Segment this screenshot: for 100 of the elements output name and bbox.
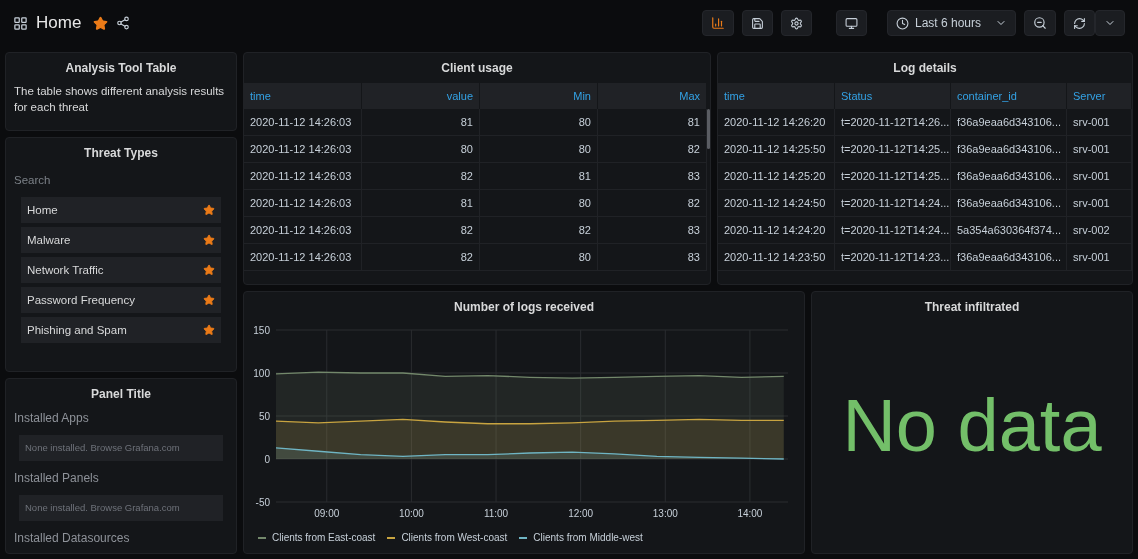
column-header[interactable]: Min: [480, 83, 598, 109]
table-cell: 83: [598, 244, 707, 270]
y-tick-label: 100: [253, 368, 270, 379]
table-cell: 2020-11-12 14:26:03: [244, 244, 362, 270]
star-icon[interactable]: [203, 234, 215, 247]
save-button[interactable]: [741, 10, 773, 36]
table-cell: 81: [362, 109, 480, 135]
table-cell: 82: [362, 217, 480, 243]
table-cell: t=2020-11-12T14:25...: [835, 136, 951, 162]
table-cell: srv-001: [1067, 163, 1132, 189]
legend-label[interactable]: Clients from West-coast: [401, 530, 508, 545]
monitor-button[interactable]: [835, 10, 867, 36]
dashboard-list-item[interactable]: Phishing and Spam: [21, 317, 221, 344]
table-cell: f36a9eaa6d343106...: [951, 163, 1067, 189]
section-heading: Installed Apps: [14, 410, 90, 427]
x-tick-label: 10:00: [398, 508, 424, 519]
table-cell: 2020-11-12 14:23:50: [718, 244, 835, 270]
table-cell: 81: [480, 163, 598, 189]
table-cell: f36a9eaa6d343106...: [951, 244, 1067, 270]
star-icon[interactable]: [203, 324, 215, 337]
dashboard-list-item[interactable]: Password Frequency: [21, 287, 221, 314]
panel-description: The table shows different analysis results for each threat: [13, 84, 226, 115]
star-icon[interactable]: [203, 294, 215, 307]
table-cell: 5a354a630364f374...: [951, 217, 1067, 243]
table-cell: t=2020-11-12T14:25...: [835, 163, 951, 189]
table-cell: 2020-11-12 14:24:50: [718, 190, 835, 216]
table-cell: 2020-11-12 14:26:03: [244, 217, 362, 243]
table-cell: 82: [362, 163, 480, 189]
table-cell: srv-001: [1067, 244, 1132, 270]
table-cell: t=2020-11-12T14:24...: [835, 190, 951, 216]
settings-button[interactable]: [780, 10, 812, 36]
table-cell: 80: [480, 109, 598, 135]
star-icon[interactable]: [203, 204, 215, 217]
star-icon[interactable]: [93, 15, 109, 31]
dashboard-title[interactable]: Home: [36, 10, 82, 36]
column-header[interactable]: time: [718, 83, 835, 109]
y-tick-label: 0: [264, 454, 270, 465]
zoom-out-icon: [1033, 16, 1047, 30]
table-cell: 2020-11-12 14:25:50: [718, 136, 835, 162]
table-cell: t=2020-11-12T14:23...: [835, 244, 951, 270]
legend-label[interactable]: Clients from Middle-west: [533, 530, 643, 545]
dashboard-list-item[interactable]: Network Traffic: [21, 257, 221, 284]
panel-title: Panel Title: [90, 386, 152, 403]
time-range-picker[interactable]: Last 6 hours: [886, 10, 1016, 36]
x-tick-label: 14:00: [737, 508, 763, 519]
table-cell: 2020-11-12 14:26:03: [244, 109, 362, 135]
y-tick-label: 150: [253, 325, 270, 336]
dashboard-list-item[interactable]: Home: [21, 197, 221, 224]
table-cell: srv-001: [1067, 136, 1132, 162]
y-tick-label: -50: [255, 497, 270, 508]
table-cell: srv-001: [1067, 190, 1132, 216]
panel-title: Log details: [892, 60, 958, 77]
panel-title: Threat Types: [83, 145, 159, 162]
table-cell: f36a9eaa6d343106...: [951, 136, 1067, 162]
column-header[interactable]: Status: [835, 83, 951, 109]
table-cell: 83: [598, 163, 707, 189]
legend-label[interactable]: Clients from East-coast: [272, 530, 376, 545]
table-cell: 82: [362, 244, 480, 270]
table-cell: 81: [362, 190, 480, 216]
x-tick-label: 13:00: [652, 508, 678, 519]
table-cell: 82: [598, 190, 707, 216]
table-cell: f36a9eaa6d343106...: [951, 190, 1067, 216]
panel-title: Client usage: [440, 60, 514, 77]
scrollbar[interactable]: [707, 109, 710, 149]
table-cell: 80: [480, 136, 598, 162]
search-field[interactable]: Search: [14, 172, 228, 190]
table-cell: 80: [480, 190, 598, 216]
table-cell: srv-001: [1067, 109, 1132, 135]
panel-title: Number of logs received: [452, 299, 595, 316]
table-cell: 80: [480, 244, 598, 270]
column-header[interactable]: container_id: [951, 83, 1067, 109]
column-header[interactable]: time: [244, 83, 362, 109]
panel-title: Threat infiltrated: [923, 299, 1021, 316]
stat-value: No data: [842, 388, 1102, 463]
table-cell: 2020-11-12 14:25:20: [718, 163, 835, 189]
share-icon[interactable]: [116, 16, 131, 30]
column-header[interactable]: Server: [1067, 83, 1132, 109]
monitor-icon: [844, 16, 858, 30]
refresh-icon: [1073, 16, 1086, 30]
add-panel-button[interactable]: [701, 10, 734, 36]
column-header[interactable]: Max: [598, 83, 707, 109]
table-cell: 2020-11-12 14:24:20: [718, 217, 835, 243]
table-cell: 82: [480, 217, 598, 243]
y-tick-label: 50: [258, 411, 270, 422]
zoom-out-button[interactable]: [1024, 10, 1056, 36]
table-cell: 2020-11-12 14:26:03: [244, 163, 362, 189]
dashboard-list-item[interactable]: Malware: [21, 227, 221, 254]
settings-icon: [789, 16, 803, 30]
refresh-button[interactable]: [1064, 10, 1095, 36]
x-tick-label: 09:00: [314, 508, 340, 519]
column-header[interactable]: value: [362, 83, 480, 109]
table-cell: f36a9eaa6d343106...: [951, 109, 1067, 135]
table-cell: 2020-11-12 14:26:03: [244, 190, 362, 216]
save-icon: [750, 16, 764, 30]
dashboard-grid-icon[interactable]: [13, 15, 28, 31]
x-tick-label: 12:00: [568, 508, 594, 519]
section-heading: Installed Datasources: [14, 530, 131, 547]
x-tick-label: 11:00: [483, 508, 509, 519]
star-icon[interactable]: [203, 264, 215, 277]
table-cell: t=2020-11-12T14:24...: [835, 217, 951, 243]
